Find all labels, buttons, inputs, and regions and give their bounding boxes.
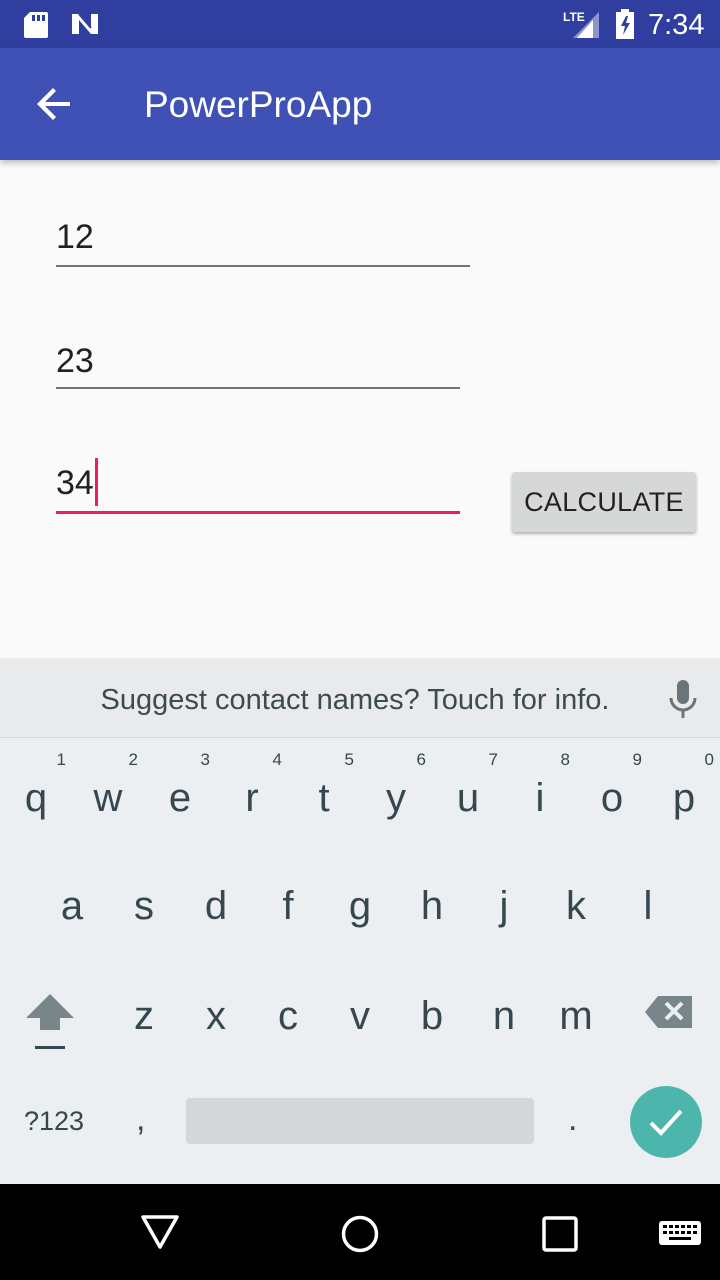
key-p[interactable]: 0p [648, 750, 720, 821]
back-triangle-icon[interactable] [140, 1214, 180, 1255]
comma-key[interactable]: , [136, 1100, 145, 1139]
shift-icon[interactable] [24, 992, 76, 1057]
key-c[interactable]: c [252, 994, 324, 1039]
microphone-icon[interactable] [668, 680, 698, 725]
keyboard-switch-icon[interactable] [658, 1220, 702, 1251]
key-d[interactable]: d [180, 884, 252, 929]
page-title: PowerProApp [144, 84, 373, 125]
suggestion-strip[interactable]: Suggest contact names? Touch for info. [0, 658, 720, 738]
text-cursor [95, 458, 98, 506]
recents-square-icon[interactable] [542, 1216, 578, 1257]
period-key[interactable]: . [568, 1100, 577, 1139]
key-b[interactable]: b [396, 994, 468, 1039]
lte-signal-icon: LTE [563, 9, 603, 44]
key-w[interactable]: 2w [72, 750, 144, 821]
key-o[interactable]: 9o [576, 750, 648, 821]
suggestion-text[interactable]: Suggest contact names? Touch for info. [0, 684, 720, 717]
key-l[interactable]: l [612, 884, 684, 929]
backspace-icon[interactable] [644, 994, 694, 1035]
number-field-3[interactable]: 34 [56, 458, 460, 516]
space-bar[interactable] [186, 1098, 534, 1144]
sd-card-icon [24, 12, 48, 43]
key-q[interactable]: 1q [0, 750, 72, 821]
n-notification-icon [70, 12, 100, 41]
key-r[interactable]: 4r [216, 750, 288, 821]
status-bar: LTE 7:34 [0, 0, 720, 48]
key-h[interactable]: h [396, 884, 468, 929]
home-circle-icon[interactable] [340, 1214, 380, 1259]
key-y[interactable]: 6y [360, 750, 432, 821]
key-m[interactable]: m [540, 994, 612, 1039]
arrow-back-icon[interactable] [36, 86, 72, 127]
svg-text:LTE: LTE [563, 10, 585, 24]
checkmark-icon [649, 1109, 683, 1136]
battery-charging-icon [614, 9, 636, 44]
number-field-2[interactable]: 23 [56, 342, 460, 390]
number-field-3-value: 34 [56, 464, 94, 502]
navigation-bar [0, 1184, 720, 1280]
app-bar: PowerProApp [0, 48, 720, 160]
number-field-2-value: 23 [56, 342, 94, 380]
key-f[interactable]: f [252, 884, 324, 929]
key-u[interactable]: 7u [432, 750, 504, 821]
field-underline-focused [56, 511, 460, 514]
clock: 7:34 [648, 9, 705, 41]
key-g[interactable]: g [324, 884, 396, 929]
enter-key[interactable] [630, 1086, 702, 1158]
key-s[interactable]: s [108, 884, 180, 929]
key-e[interactable]: 3e [144, 750, 216, 821]
key-i[interactable]: 8i [504, 750, 576, 821]
number-field-1-value: 12 [56, 218, 94, 256]
field-underline [56, 387, 460, 389]
key-z[interactable]: z [108, 994, 180, 1039]
key-v[interactable]: v [324, 994, 396, 1039]
field-underline [56, 265, 470, 267]
key-k[interactable]: k [540, 884, 612, 929]
symbols-key[interactable]: ?123 [24, 1106, 84, 1137]
key-a[interactable]: a [36, 884, 108, 929]
number-field-1[interactable]: 12 [56, 218, 470, 268]
calculate-button[interactable]: CALCULATE [512, 472, 696, 532]
key-t[interactable]: 5t [288, 750, 360, 821]
key-x[interactable]: x [180, 994, 252, 1039]
key-n[interactable]: n [468, 994, 540, 1039]
key-j[interactable]: j [468, 884, 540, 929]
